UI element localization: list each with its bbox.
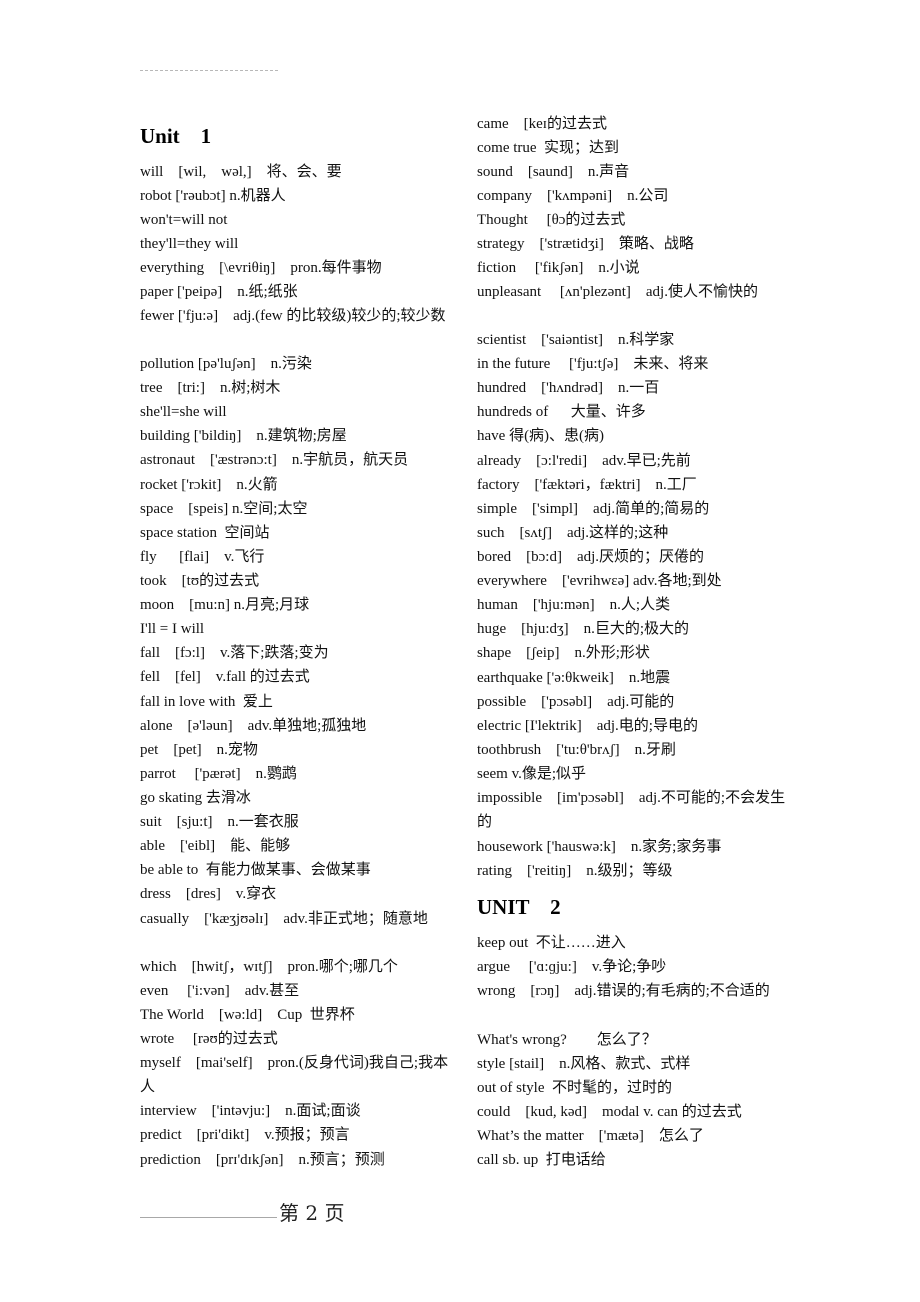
vocab-entry: could [kud, kəd] modal v. can 的过去式 <box>477 1104 742 1120</box>
vocab-entry: even ['i:vən] adv.甚至 <box>140 983 300 999</box>
vocab-entry: wrong [rɔŋ] adj.错误的;有毛病的;不合适的 <box>477 983 770 999</box>
vocab-entry: factory ['fæktəri，fæktri] n.工厂 <box>477 477 697 493</box>
vocab-entry: everything [\evriθiŋ] pron.每件事物 <box>140 260 382 276</box>
vocab-entry: earthquake ['ə:θkweik] n.地震 <box>477 670 671 686</box>
footer-rule <box>140 1217 277 1218</box>
unit-2-title: UNIT 2 <box>477 895 561 919</box>
vocab-entry: she'll=she will <box>140 404 227 420</box>
vocab-entry: strategy ['strætidʒi] 策略、战略 <box>477 236 694 252</box>
vocab-entry: space [speis] n.空间;太空 <box>140 501 308 517</box>
vocab-entry: able ['eibl] 能、能够 <box>140 838 291 854</box>
vocab-entry: prediction [prɪ'dɪkʃən] n.预言；预测 <box>140 1152 385 1168</box>
vocab-entry: astronaut ['æstrənɔ:t] n.宇航员，航天员 <box>140 452 409 468</box>
vocab-entry: they'll=they will <box>140 236 239 252</box>
vocab-entry: tree [tri:] n.树;树木 <box>140 380 281 396</box>
vocab-entry: fly [flai] v.飞行 <box>140 549 265 565</box>
vocab-entry: What's wrong? 怎么了？ <box>477 1032 657 1048</box>
vocab-entry: wrote [rəʊ的过去式 <box>140 1031 278 1047</box>
vocab-entry: seem v.像是;似乎 <box>477 766 587 782</box>
vocab-entry: dress [dres] v.穿衣 <box>140 886 277 902</box>
vocab-entry: fall in love with 爱上 <box>140 694 273 710</box>
vocab-entry: fall [fɔ:l] v.落下;跌落;变为 <box>140 645 329 661</box>
vocab-entry: paper ['peipə] n.纸;纸张 <box>140 284 298 300</box>
vocab-entry: come true 实现；达到 <box>477 140 620 156</box>
vocab-entry: in the future ['fju:tʃə] 未来、将来 <box>477 356 709 372</box>
vocab-entry: casually ['kæʒjʊəlɪ] adv.非正式地；随意地 <box>140 911 428 927</box>
vocab-entry: such [sʌtʃ] adj.这样的;这种 <box>477 525 669 541</box>
vocab-entry: go skating 去滑冰 <box>140 790 251 806</box>
vocab-entry: bored [bɔ:d] adj.厌烦的；厌倦的 <box>477 549 705 565</box>
vocab-entry: moon [mu:n] n.月亮;月球 <box>140 597 310 613</box>
vocab-entry: pet [pet] n.宠物 <box>140 742 258 758</box>
vocab-entry: predict [pri'dikt] v.预报；预言 <box>140 1127 350 1143</box>
header-rule <box>140 70 278 71</box>
vocab-entry: huge [hju:dʒ] n.巨大的;极大的 <box>477 621 690 637</box>
vocab-entry: have 得(病)、患(病) <box>477 428 605 444</box>
vocab-entry: Thought [θɔ的过去式 <box>477 212 626 228</box>
vocab-entry: space station 空间站 <box>140 525 270 541</box>
vocab-entry: already [ɔ:l'redi] adv.早已;先前 <box>477 453 691 469</box>
vocab-entry: suit [sju:t] n.一套衣服 <box>140 814 299 830</box>
vocab-entry: pollution [pə'luʃən] n.污染 <box>140 356 312 372</box>
vocab-entry: I'll = I will <box>140 621 205 637</box>
vocab-entry: out of style 不时髦的，过时的 <box>477 1080 672 1096</box>
vocab-entry: argue ['ɑ:ɡju:] v.争论;争吵 <box>477 959 667 975</box>
vocab-entry: fiction ['fikʃən] n.小说 <box>477 260 640 276</box>
unit-1-title: Unit 1 <box>140 124 212 148</box>
vocab-entry: building ['bildiŋ] n.建筑物;房屋 <box>140 428 347 444</box>
vocab-entry: impossible [im'pɔsəbl] adj.不可能的;不会发生的 <box>477 790 786 830</box>
vocab-entry: will [wil, wəl,] 将、会、要 <box>140 164 342 180</box>
vocab-entry: call sb. up 打电话给 <box>477 1152 606 1168</box>
vocab-entry: which [hwitʃ，wɪtʃ] pron.哪个;哪几个 <box>140 959 398 975</box>
vocab-entry: hundreds of 大量、许多 <box>477 404 646 420</box>
page-number: 第 2 页 <box>279 1201 345 1225</box>
vocab-entry: simple ['simpl] adj.简单的;简易的 <box>477 501 710 517</box>
vocab-entry: everywhere ['evrihwɛə] adv.各地;到处 <box>477 573 722 589</box>
vocab-entry: rating ['reitiŋ] n.级别；等级 <box>477 863 673 879</box>
vocab-entry: robot ['rəubɔt] n.机器人 <box>140 188 286 204</box>
vocab-entry: be able to 有能力做某事、会做某事 <box>140 862 371 878</box>
vocab-entry: shape [ʃeip] n.外形;形状 <box>477 645 650 661</box>
vocab-entry: fell [fel] v.fall 的过去式 <box>140 669 310 685</box>
vocab-entry: rocket ['rɔkit] n.火箭 <box>140 477 278 493</box>
vocab-entry: style [stail] n.风格、款式、式样 <box>477 1056 691 1072</box>
vocab-entry: hundred ['hʌndrəd] n.一百 <box>477 380 660 396</box>
vocab-entry: interview ['intəvju:] n.面试;面谈 <box>140 1103 361 1119</box>
vocab-entry: parrot ['pærət] n.鹦鹉 <box>140 766 297 782</box>
vocab-entry: unpleasant [ʌn'plezənt] adj.使人不愉快的 <box>477 284 758 300</box>
vocab-entry: fewer ['fju:ə] adj.(few 的比较级)较少的;较少数 <box>140 308 446 324</box>
vocab-entry: What’s the matter ['mætə] 怎么了 <box>477 1128 704 1144</box>
vocab-entry: company ['kʌmpəni] n.公司 <box>477 188 669 204</box>
vocab-entry: won't=will not <box>140 212 228 228</box>
vocab-entry: housework ['hauswə:k] n.家务;家务事 <box>477 839 722 855</box>
vocab-entry: myself [mai'self] pron.(反身代词)我自己;我本人 <box>140 1055 449 1095</box>
vocab-entry: alone [ə'ləun] adv.单独地;孤独地 <box>140 718 367 734</box>
vocab-entry: came [keɪ的过去式 <box>477 116 607 132</box>
vocab-entry: The World [wə:ld] Cup 世界杯 <box>140 1007 355 1023</box>
vocab-entry: possible ['pɔsəbl] adj.可能的 <box>477 694 675 710</box>
vocab-entry: toothbrush ['tu:θ'brʌʃ] n.牙刷 <box>477 742 676 758</box>
vocab-entry: took [tʊ的过去式 <box>140 573 260 589</box>
vocab-entry: sound [saund] n.声音 <box>477 164 630 180</box>
vocab-entry: keep out 不让……进入 <box>477 935 626 951</box>
vocab-entry: scientist ['saiəntist] n.科学家 <box>477 332 675 348</box>
vocab-entry: electric [I'lektrik] adj.电的;导电的 <box>477 718 698 734</box>
vocab-entry: human ['hju:mən] n.人;人类 <box>477 597 671 613</box>
